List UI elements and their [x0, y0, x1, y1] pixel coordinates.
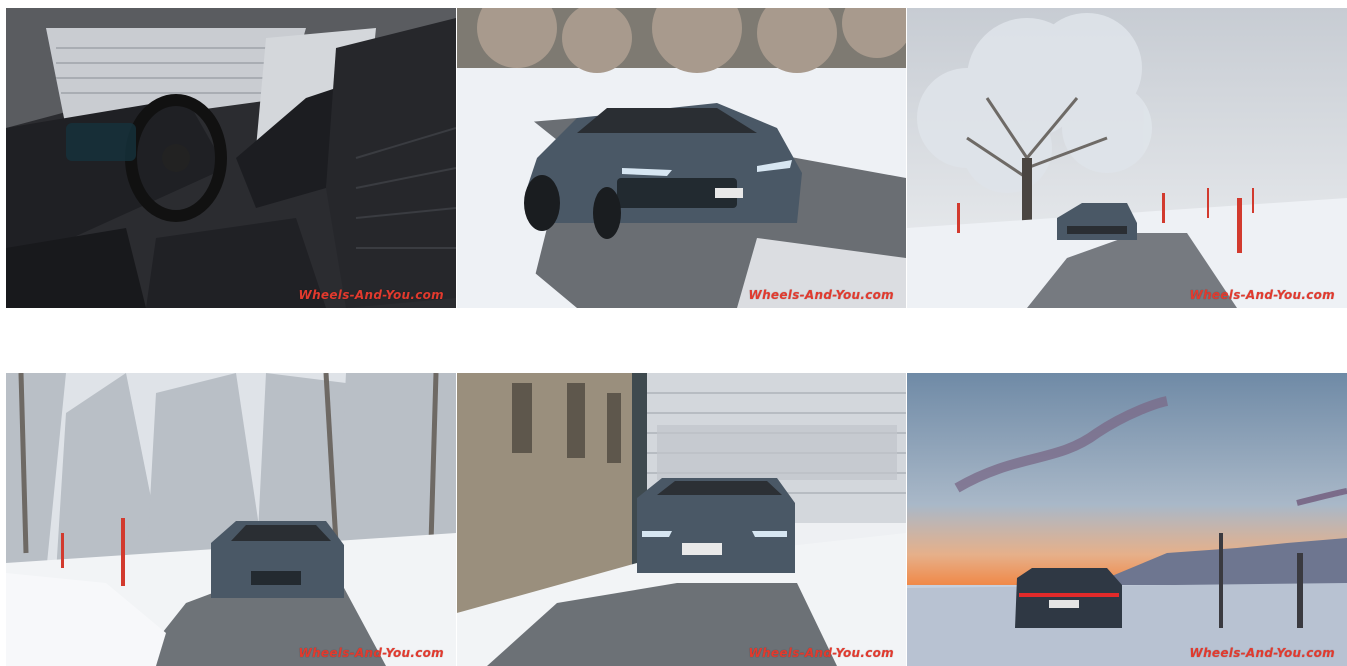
watermark: Wheels-And-You.com [748, 646, 894, 660]
photo-front-view[interactable]: Wheels-And-You.com [457, 8, 906, 308]
front-view-image [457, 8, 906, 308]
sunset-image [907, 373, 1347, 666]
watermark: Wheels-And-You.com [1189, 646, 1335, 660]
building-image [457, 373, 906, 666]
photo-building[interactable]: Wheels-And-You.com [457, 373, 906, 666]
watermark: Wheels-And-You.com [298, 646, 444, 660]
watermark: Wheels-And-You.com [298, 288, 444, 302]
forest-road-image [6, 373, 456, 666]
photo-sunset[interactable]: Wheels-And-You.com [907, 373, 1347, 666]
photo-frosted-tree[interactable]: Wheels-And-You.com [907, 8, 1347, 308]
photo-forest-road[interactable]: Wheels-And-You.com [6, 373, 456, 666]
watermark: Wheels-And-You.com [1189, 288, 1335, 302]
watermark: Wheels-And-You.com [748, 288, 894, 302]
photo-interior[interactable]: Wheels-And-You.com [6, 8, 456, 308]
interior-image [6, 8, 456, 308]
frosted-tree-image [907, 8, 1347, 308]
